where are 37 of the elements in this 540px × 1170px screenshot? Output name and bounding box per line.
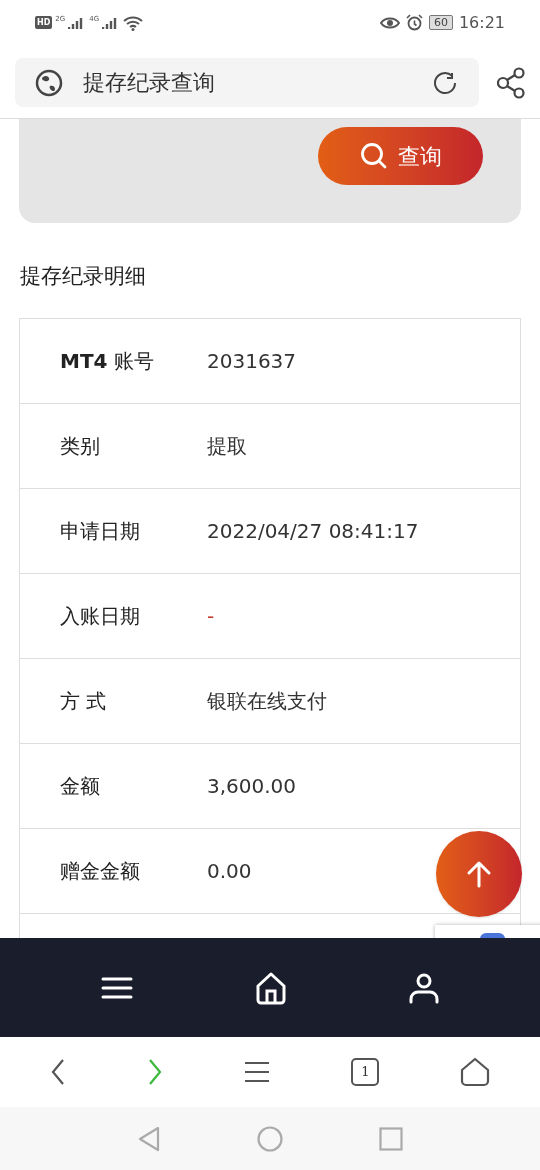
- forward-icon[interactable]: [146, 1058, 163, 1086]
- arrow-up-icon: [466, 860, 492, 888]
- page-title: 提存纪录查询: [83, 69, 216, 97]
- home-icon[interactable]: [459, 1057, 490, 1087]
- home-icon[interactable]: [254, 970, 288, 1005]
- scroll-to-top-button[interactable]: [436, 831, 522, 917]
- clock: 16:21: [458, 11, 505, 34]
- field-label: 申请日期: [60, 518, 141, 545]
- globe-icon: [35, 68, 63, 97]
- field-label: 赠金金额: [60, 858, 141, 885]
- battery-indicator: 60: [428, 15, 453, 30]
- search-button[interactable]: 查询: [318, 127, 483, 185]
- search-icon: [359, 142, 388, 170]
- field-label: 金额: [60, 773, 101, 800]
- field-value: 2031637: [207, 348, 297, 375]
- field-value: 2022/04/27 08:41:17: [207, 518, 419, 545]
- field-value: 银联在线支付: [207, 688, 327, 715]
- section-title: 提存纪录明细: [20, 263, 147, 290]
- field-label: 方 式: [60, 688, 108, 715]
- eye-icon: [379, 15, 400, 30]
- field-value: 0.00: [207, 858, 252, 885]
- field-label: 类别: [60, 433, 101, 460]
- share-icon[interactable]: [497, 67, 525, 99]
- menu-icon[interactable]: [100, 975, 133, 1000]
- menu-icon[interactable]: [242, 1060, 271, 1084]
- alarm-icon: [405, 14, 423, 31]
- field-value: 3,600.00: [207, 773, 297, 800]
- hd-icon: HD: [35, 16, 53, 29]
- tabs-button[interactable]: 1: [351, 1058, 380, 1086]
- field-label: MT4 账号: [60, 348, 155, 375]
- field-value: -: [207, 603, 215, 630]
- address-bar[interactable]: 提存纪录查询: [15, 58, 479, 107]
- field-value: 提取: [207, 433, 247, 460]
- back-icon[interactable]: [50, 1058, 67, 1086]
- user-icon[interactable]: [409, 971, 440, 1004]
- field-label: 入账日期: [60, 603, 141, 630]
- wifi-icon: [123, 14, 144, 31]
